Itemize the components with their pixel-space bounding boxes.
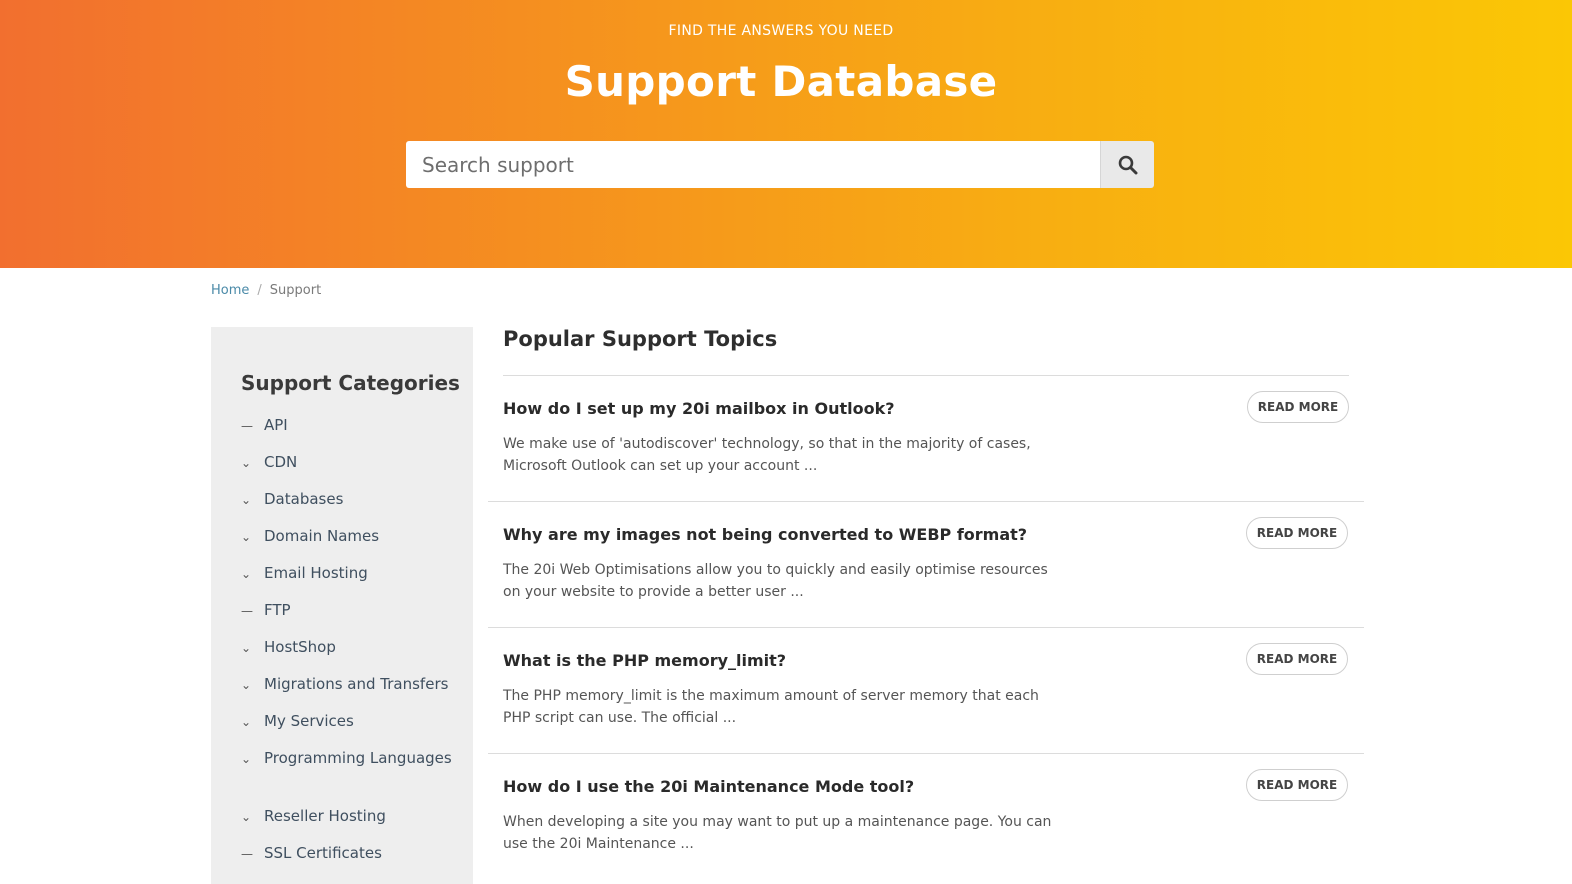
chevron-down-icon: ⌄ [241, 715, 252, 729]
topic-title-link[interactable]: Why are my images not being converted to… [503, 525, 1027, 544]
topic-card: How do I use the 20i Maintenance Mode to… [488, 753, 1364, 879]
hero-eyebrow: FIND THE ANSWERS YOU NEED [668, 23, 894, 39]
sidebar-item-email-hosting[interactable]: ⌄ Email Hosting [241, 563, 456, 600]
sidebar-item-api[interactable]: — API [241, 415, 456, 452]
topic-title-link[interactable]: How do I use the 20i Maintenance Mode to… [503, 777, 914, 796]
read-more-button[interactable]: READ MORE [1247, 391, 1349, 423]
sidebar-item-databases[interactable]: ⌄ Databases [241, 489, 456, 526]
category-list: — API ⌄ CDN ⌄ Databases ⌄ Domain Names ⌄ Emai… [241, 415, 456, 880]
dash-icon: — [241, 419, 253, 433]
sidebar: Support Categories — API ⌄ CDN ⌄ Databases … [211, 327, 473, 884]
dash-icon: — [241, 604, 253, 618]
topic-description: The PHP memory_limit is the maximum amou… [503, 688, 1039, 726]
sidebar-item-label: SSL Certificates [264, 844, 382, 862]
breadcrumb: Home / Support [211, 283, 321, 298]
dash-icon: — [241, 847, 253, 861]
search-bar [406, 141, 1154, 188]
chevron-down-icon: ⌄ [241, 530, 252, 544]
sidebar-item-label: Programming Languages [264, 749, 452, 767]
sidebar-item-label: Reseller Hosting [264, 807, 386, 825]
topic-description: We make use of 'autodiscover' technology… [503, 436, 1031, 474]
search-button[interactable] [1100, 141, 1154, 188]
read-more-button[interactable]: READ MORE [1246, 517, 1348, 549]
sidebar-item-label: Email Hosting [264, 564, 368, 582]
topic-title-link[interactable]: What is the PHP memory_limit? [503, 651, 786, 670]
sidebar-item-reseller-hosting[interactable]: ⌄ Reseller Hosting [241, 806, 456, 843]
read-more-button[interactable]: READ MORE [1246, 643, 1348, 675]
chevron-down-icon: ⌄ [241, 810, 252, 824]
read-more-button[interactable]: READ MORE [1246, 769, 1348, 801]
chevron-down-icon: ⌄ [241, 493, 252, 507]
sidebar-item-label: HostShop [264, 638, 336, 656]
sidebar-item-migrations[interactable]: ⌄ Migrations and Transfers [241, 674, 456, 711]
page-title: Support Database [564, 57, 998, 106]
topic-description: The 20i Web Optimisations allow you to q… [503, 562, 1048, 600]
sidebar-item-domain-names[interactable]: ⌄ Domain Names [241, 526, 456, 563]
chevron-down-icon: ⌄ [241, 641, 252, 655]
topic-description: When developing a site you may want to p… [503, 814, 1052, 852]
topic-card: How do I set up my 20i mailbox in Outloo… [503, 375, 1349, 501]
chevron-down-icon: ⌄ [241, 456, 252, 470]
breadcrumb-separator: / [257, 283, 262, 298]
sidebar-item-label: Migrations and Transfers [264, 675, 449, 693]
sidebar-item-label: My Services [264, 712, 354, 730]
topic-title-link[interactable]: How do I set up my 20i mailbox in Outloo… [503, 399, 895, 418]
sidebar-item-cdn[interactable]: ⌄ CDN [241, 452, 456, 489]
breadcrumb-current: Support [269, 283, 322, 298]
hero-banner: FIND THE ANSWERS YOU NEED Support Databa… [0, 0, 1572, 268]
search-input[interactable] [406, 141, 1100, 188]
topic-card: Why are my images not being converted to… [488, 501, 1364, 627]
topic-list: How do I set up my 20i mailbox in Outloo… [488, 375, 1364, 879]
sidebar-item-label: Databases [264, 490, 344, 508]
breadcrumb-home-link[interactable]: Home [211, 283, 249, 298]
sidebar-item-ftp[interactable]: — FTP [241, 600, 456, 637]
sidebar-item-label: Domain Names [264, 527, 380, 545]
sidebar-item-label: CDN [264, 453, 298, 471]
section-title: Popular Support Topics [503, 327, 778, 351]
chevron-down-icon: ⌄ [241, 678, 252, 692]
chevron-down-icon: ⌄ [241, 752, 252, 766]
sidebar-item-hostshop[interactable]: ⌄ HostShop [241, 637, 456, 674]
sidebar-item-ssl-certificates[interactable]: — SSL Certificates [241, 843, 456, 880]
sidebar-item-label: FTP [264, 601, 291, 619]
sidebar-title: Support Categories [241, 371, 460, 395]
search-icon [1118, 155, 1137, 174]
sidebar-item-my-services[interactable]: ⌄ My Services [241, 711, 456, 748]
sidebar-item-programming-languages[interactable]: ⌄ Programming Languages [241, 748, 456, 806]
chevron-down-icon: ⌄ [241, 567, 252, 581]
sidebar-item-label: API [264, 416, 288, 434]
topic-card: What is the PHP memory_limit? The PHP me… [488, 627, 1364, 753]
